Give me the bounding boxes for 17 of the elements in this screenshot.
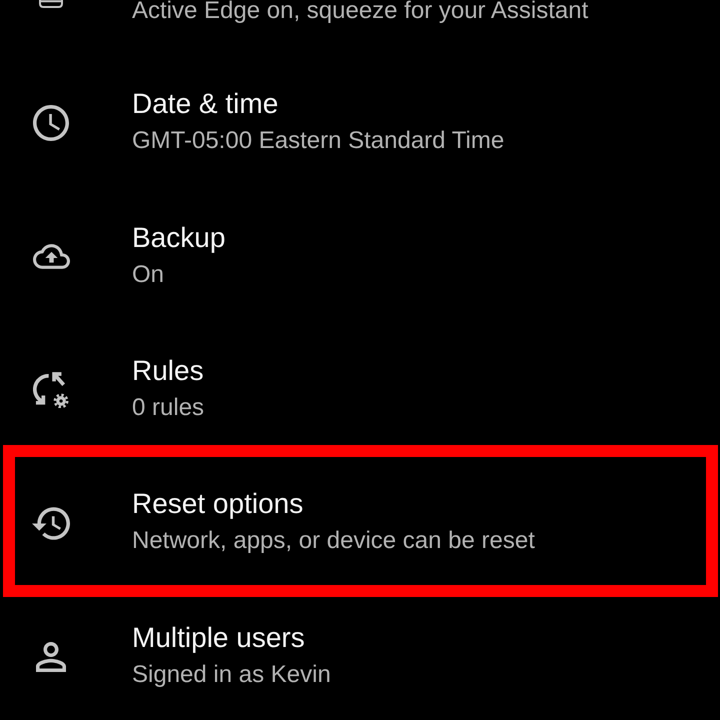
cloud-upload-icon [32,244,70,270]
setting-title: Date & time [132,87,280,122]
setting-summary: 0 rules [132,392,204,423]
setting-title: Reset options [132,487,304,522]
setting-summary: Signed in as Kevin [132,660,331,690]
sync-gear-icon [33,372,69,408]
setting-summary: On [132,260,166,290]
setting-summary: Active Edge on, squeeze for your Assistant [132,0,588,22]
device-icon [39,0,63,8]
setting-title: Multiple users [132,620,306,655]
setting-title: Rules [132,354,204,388]
setting-summary: GMT-05:00 Eastern Standard Time [132,126,504,156]
person-icon [36,642,66,672]
setting-title: Backup [132,220,226,255]
history-icon [32,506,70,540]
setting-summary: Network, apps, or device can be reset [132,526,535,556]
clock-icon [33,105,69,142]
